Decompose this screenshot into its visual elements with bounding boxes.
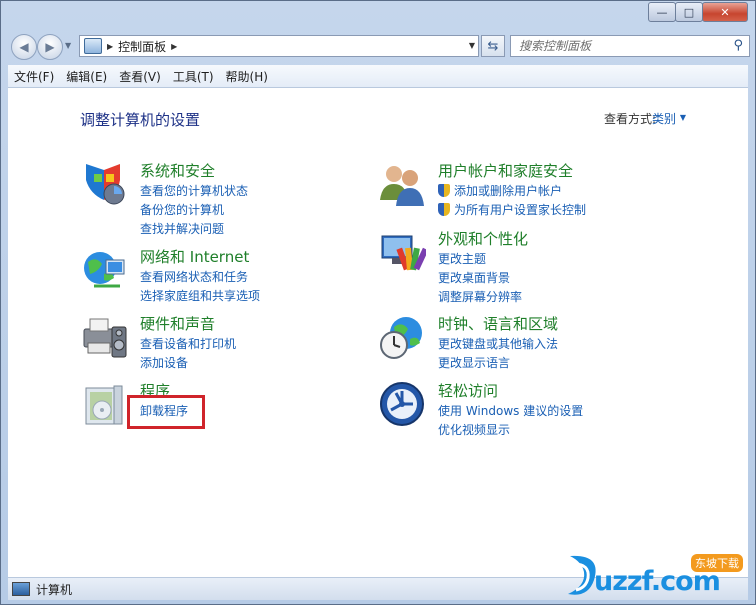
- user-accounts-icon[interactable]: [378, 160, 426, 208]
- link-add-device[interactable]: 添加设备: [140, 354, 188, 371]
- view-by-dropdown[interactable]: 类别: [652, 110, 676, 127]
- ease-of-access-icon[interactable]: [378, 380, 426, 428]
- breadcrumb-separator-icon[interactable]: ▶: [171, 42, 177, 51]
- watermark: uzzf.com 东坡下载: [564, 550, 749, 602]
- minimize-icon: —: [656, 5, 668, 19]
- link-backup-computer[interactable]: 备份您的计算机: [140, 201, 224, 218]
- search-box[interactable]: ⚲: [510, 35, 750, 57]
- computer-icon: [12, 582, 30, 596]
- address-bar[interactable]: ▶ 控制面板 ▶ ▼: [79, 35, 479, 57]
- watermark-tag: 东坡下载: [691, 554, 743, 572]
- category-title[interactable]: 时钟、语言和区域: [438, 313, 558, 334]
- clock-region-icon[interactable]: [378, 313, 426, 361]
- link-optimize-video-display[interactable]: 优化视频显示: [438, 421, 510, 438]
- category-title[interactable]: 外观和个性化: [438, 228, 528, 249]
- link-text[interactable]: 添加或删除用户帐户: [454, 184, 562, 198]
- link-change-display-language[interactable]: 更改显示语言: [438, 354, 510, 371]
- link-parental-controls[interactable]: 为所有用户设置家长控制: [438, 201, 586, 218]
- menu-edit[interactable]: 编辑(E): [60, 68, 113, 85]
- link-change-theme[interactable]: 更改主题: [438, 250, 486, 267]
- uac-shield-icon: [438, 203, 450, 216]
- address-dropdown-icon[interactable]: ▼: [469, 41, 475, 50]
- menu-view[interactable]: 查看(V): [113, 68, 167, 85]
- menu-tools[interactable]: 工具(T): [167, 68, 220, 85]
- programs-icon[interactable]: [80, 380, 128, 428]
- category-title[interactable]: 硬件和声音: [140, 313, 215, 334]
- close-icon: ✕: [720, 5, 730, 19]
- chevron-down-icon[interactable]: ▼: [680, 113, 686, 122]
- address-row: ◀ ▶ ▼ ▶ 控制面板 ▶ ▼ ⇆ ⚲: [9, 32, 750, 62]
- category-title[interactable]: 轻松访问: [438, 380, 498, 401]
- appearance-icon[interactable]: [378, 228, 426, 276]
- forward-button[interactable]: ▶: [37, 34, 63, 60]
- category-title[interactable]: 系统和安全: [140, 160, 215, 181]
- view-by-label: 查看方式:: [603, 112, 656, 126]
- link-find-fix-problems[interactable]: 查找并解决问题: [140, 220, 224, 237]
- control-panel-icon: [84, 38, 102, 54]
- caption-buttons: — □ ✕: [648, 2, 748, 22]
- refresh-button[interactable]: ⇆: [481, 35, 505, 57]
- status-text: 计算机: [36, 582, 73, 597]
- minimize-button[interactable]: —: [648, 2, 676, 22]
- link-homegroup-sharing[interactable]: 选择家庭组和共享选项: [140, 287, 260, 304]
- search-input[interactable]: [517, 38, 721, 54]
- highlight-box: [127, 395, 205, 429]
- link-text[interactable]: 为所有用户设置家长控制: [454, 203, 586, 217]
- maximize-icon: □: [683, 5, 695, 19]
- page-title: 调整计算机的设置: [80, 111, 201, 129]
- content-area: 调整计算机的设置 查看方式: 类别 ▼ 系统和安全 查看您的计算机状态 备份您的…: [8, 88, 748, 577]
- forward-arrow-icon: ▶: [45, 40, 55, 54]
- menu-help[interactable]: 帮助(H): [220, 68, 274, 85]
- back-arrow-icon: ◀: [19, 40, 29, 54]
- system-security-icon[interactable]: [80, 160, 128, 208]
- uac-shield-icon: [438, 184, 450, 197]
- recent-pages-dropdown[interactable]: ▼: [65, 41, 71, 50]
- network-icon[interactable]: [80, 246, 128, 294]
- breadcrumb-separator-icon[interactable]: ▶: [107, 42, 113, 51]
- control-panel-window: — □ ✕ ◀ ▶ ▼ ▶ 控制面板 ▶ ▼ ⇆ ⚲ 文件(F) 编辑(E) 查…: [0, 0, 756, 605]
- link-screen-resolution[interactable]: 调整屏幕分辨率: [438, 288, 522, 305]
- breadcrumb-control-panel[interactable]: 控制面板: [118, 38, 166, 55]
- maximize-button[interactable]: □: [675, 2, 703, 22]
- hardware-sound-icon[interactable]: [80, 313, 128, 361]
- link-change-desktop-background[interactable]: 更改桌面背景: [438, 269, 510, 286]
- link-windows-recommended-settings[interactable]: 使用 Windows 建议的设置: [438, 402, 583, 419]
- refresh-icon: ⇆: [487, 38, 499, 54]
- close-button[interactable]: ✕: [702, 2, 748, 22]
- menu-bar: 文件(F) 编辑(E) 查看(V) 工具(T) 帮助(H): [8, 65, 748, 88]
- link-change-keyboard-input[interactable]: 更改键盘或其他输入法: [438, 335, 558, 352]
- category-title[interactable]: 网络和 Internet: [140, 246, 249, 267]
- link-add-remove-accounts[interactable]: 添加或删除用户帐户: [438, 182, 562, 199]
- back-button[interactable]: ◀: [11, 34, 37, 60]
- link-devices-printers[interactable]: 查看设备和打印机: [140, 335, 236, 352]
- menu-file[interactable]: 文件(F): [8, 68, 60, 85]
- link-view-network-status[interactable]: 查看网络状态和任务: [140, 268, 248, 285]
- search-icon[interactable]: ⚲: [733, 38, 743, 53]
- category-title[interactable]: 用户帐户和家庭安全: [438, 160, 573, 181]
- link-view-computer-status[interactable]: 查看您的计算机状态: [140, 182, 248, 199]
